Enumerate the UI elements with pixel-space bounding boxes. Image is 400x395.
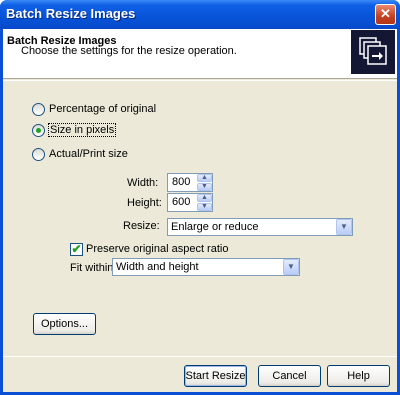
width-spinner[interactable]: 800 ▲ ▼ [167,173,213,192]
width-spin-buttons: ▲ ▼ [197,174,212,191]
radio-percentage-label[interactable]: Percentage of original [49,103,156,115]
radio-percentage[interactable] [32,103,45,116]
dialog-body: Batch Resize Images Choose the settings … [3,29,397,392]
preserve-aspect-checkbox[interactable]: ✔ [70,243,83,256]
cancel-button[interactable]: Cancel [258,365,321,387]
preserve-aspect-label[interactable]: Preserve original aspect ratio [86,243,228,255]
radio-size-in-pixels-label[interactable]: Size in pixels [48,123,117,137]
help-button[interactable]: Help [327,365,390,387]
width-value[interactable]: 800 [172,176,190,188]
window-title: Batch Resize Images [6,6,136,21]
batch-resize-dialog: Batch Resize Images ✕ Batch Resize Image… [0,0,400,395]
height-down-icon[interactable]: ▼ [197,203,212,211]
start-resize-button[interactable]: Start Resize [184,365,247,387]
height-value[interactable]: 600 [172,196,190,208]
batch-resize-icon [351,30,395,74]
height-label: Height: [127,197,162,209]
header-subtitle: Choose the settings for the resize opera… [21,45,237,57]
radio-size-in-pixels[interactable] [32,124,45,137]
fit-within-dropdown[interactable]: Width and height ▼ [112,258,300,276]
resize-value: Enlarge or reduce [171,221,259,233]
resize-label: Resize: [123,220,160,232]
options-button[interactable]: Options... [33,313,96,335]
height-spin-buttons: ▲ ▼ [197,194,212,211]
fit-within-label: Fit within: [70,262,117,274]
radio-actual-print-size[interactable] [32,148,45,161]
height-spinner[interactable]: 600 ▲ ▼ [167,193,213,212]
title-bar[interactable]: Batch Resize Images ✕ [0,0,400,29]
header-divider [3,80,397,81]
width-label: Width: [127,177,159,189]
footer-separator [3,356,397,357]
resize-dropdown[interactable]: Enlarge or reduce ▼ [167,218,353,236]
radio-actual-print-size-label[interactable]: Actual/Print size [49,148,128,160]
width-up-icon[interactable]: ▲ [197,174,212,182]
close-icon: ✕ [380,6,391,21]
chevron-down-icon[interactable]: ▼ [283,259,299,275]
batch-resize-icon-graphic [359,37,387,65]
width-down-icon[interactable]: ▼ [197,183,212,191]
fit-within-value: Width and height [116,261,199,273]
height-up-icon[interactable]: ▲ [197,194,212,202]
dialog-header: Batch Resize Images Choose the settings … [3,29,397,79]
chevron-down-icon[interactable]: ▼ [336,219,352,235]
close-button[interactable]: ✕ [375,4,396,25]
